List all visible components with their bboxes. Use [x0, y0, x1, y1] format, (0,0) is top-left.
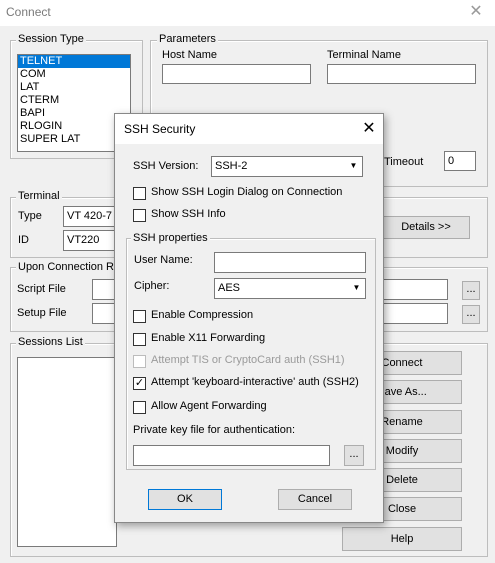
- details-button[interactable]: Details >>: [382, 216, 470, 239]
- tis-auth-label: Attempt TIS or CryptoCard auth (SSH1): [151, 354, 345, 366]
- show-ssh-info-checkbox[interactable]: [133, 209, 146, 222]
- window-titlebar: [0, 0, 495, 26]
- private-key-input[interactable]: [133, 445, 330, 466]
- session-type-item[interactable]: COM: [18, 68, 130, 81]
- session-type-item[interactable]: TELNET: [18, 55, 130, 68]
- ssh-version-select[interactable]: SSH-2 ▼: [211, 156, 363, 177]
- ssh-version-value: SSH-2: [215, 160, 248, 172]
- user-name-label: User Name:: [134, 254, 193, 266]
- user-name-input[interactable]: [214, 252, 366, 273]
- sessions-list-label: Sessions List: [16, 336, 85, 348]
- setup-file-label: Setup File: [17, 307, 67, 319]
- script-file-label: Script File: [17, 283, 66, 295]
- host-name-label: Host Name: [162, 49, 218, 61]
- private-key-browse-button[interactable]: ...: [344, 445, 364, 466]
- ssh-dialog-title: SSH Security: [124, 122, 196, 136]
- timeout-label: Timeout: [384, 156, 424, 168]
- keyboard-interactive-checkbox[interactable]: ✓: [133, 377, 146, 390]
- terminal-type-label: Type: [18, 210, 42, 222]
- ssh-version-label: SSH Version:: [133, 160, 199, 172]
- parameters-label: Parameters: [157, 33, 218, 45]
- show-login-dialog-label: Show SSH Login Dialog on Connection: [151, 186, 343, 198]
- session-type-item[interactable]: LAT: [18, 81, 130, 94]
- host-name-input[interactable]: [162, 64, 311, 84]
- terminal-name-label: Terminal Name: [327, 49, 401, 61]
- enable-x11-label: Enable X11 Forwarding: [151, 332, 266, 344]
- cipher-value: AES: [218, 282, 241, 294]
- ssh-security-dialog: SSH Security ✕ SSH Version: SSH-2 ▼ Show…: [114, 113, 384, 523]
- enable-x11-checkbox[interactable]: [133, 333, 146, 346]
- enable-compression-label: Enable Compression: [151, 309, 254, 321]
- ssh-dialog-close-icon[interactable]: ✕: [356, 117, 382, 141]
- ok-button[interactable]: OK: [148, 489, 222, 510]
- agent-forwarding-label: Allow Agent Forwarding: [151, 400, 267, 412]
- session-type-item[interactable]: CTERM: [18, 94, 130, 107]
- keyboard-interactive-label: Attempt 'keyboard-interactive' auth (SSH…: [151, 376, 359, 388]
- chevron-down-icon[interactable]: ▼: [349, 280, 364, 297]
- upon-connection-label: Upon Connection Ru: [16, 261, 123, 273]
- session-type-label: Session Type: [16, 33, 86, 45]
- private-key-label: Private key file for authentication:: [133, 424, 296, 436]
- terminal-name-input[interactable]: [327, 64, 476, 84]
- cipher-select[interactable]: AES ▼: [214, 278, 366, 299]
- setup-file-browse-button[interactable]: ...: [462, 305, 480, 324]
- cancel-button[interactable]: Cancel: [278, 489, 352, 510]
- help-button[interactable]: Help: [342, 527, 462, 551]
- terminal-id-label: ID: [18, 234, 29, 246]
- show-ssh-info-label: Show SSH Info: [151, 208, 226, 220]
- ssh-properties-label: SSH properties: [131, 232, 210, 244]
- window-close-icon[interactable]: ✕: [462, 2, 490, 22]
- cipher-label: Cipher:: [134, 280, 170, 292]
- chevron-down-icon[interactable]: ▼: [346, 158, 361, 175]
- window-title: Connect: [6, 5, 51, 19]
- tis-auth-checkbox: [133, 355, 146, 368]
- agent-forwarding-checkbox[interactable]: [133, 401, 146, 414]
- show-login-dialog-checkbox[interactable]: [133, 187, 146, 200]
- script-file-browse-button[interactable]: ...: [462, 281, 480, 300]
- sessions-list[interactable]: [17, 357, 117, 547]
- enable-compression-checkbox[interactable]: [133, 310, 146, 323]
- terminal-label: Terminal: [16, 190, 62, 202]
- timeout-input[interactable]: 0: [444, 151, 476, 171]
